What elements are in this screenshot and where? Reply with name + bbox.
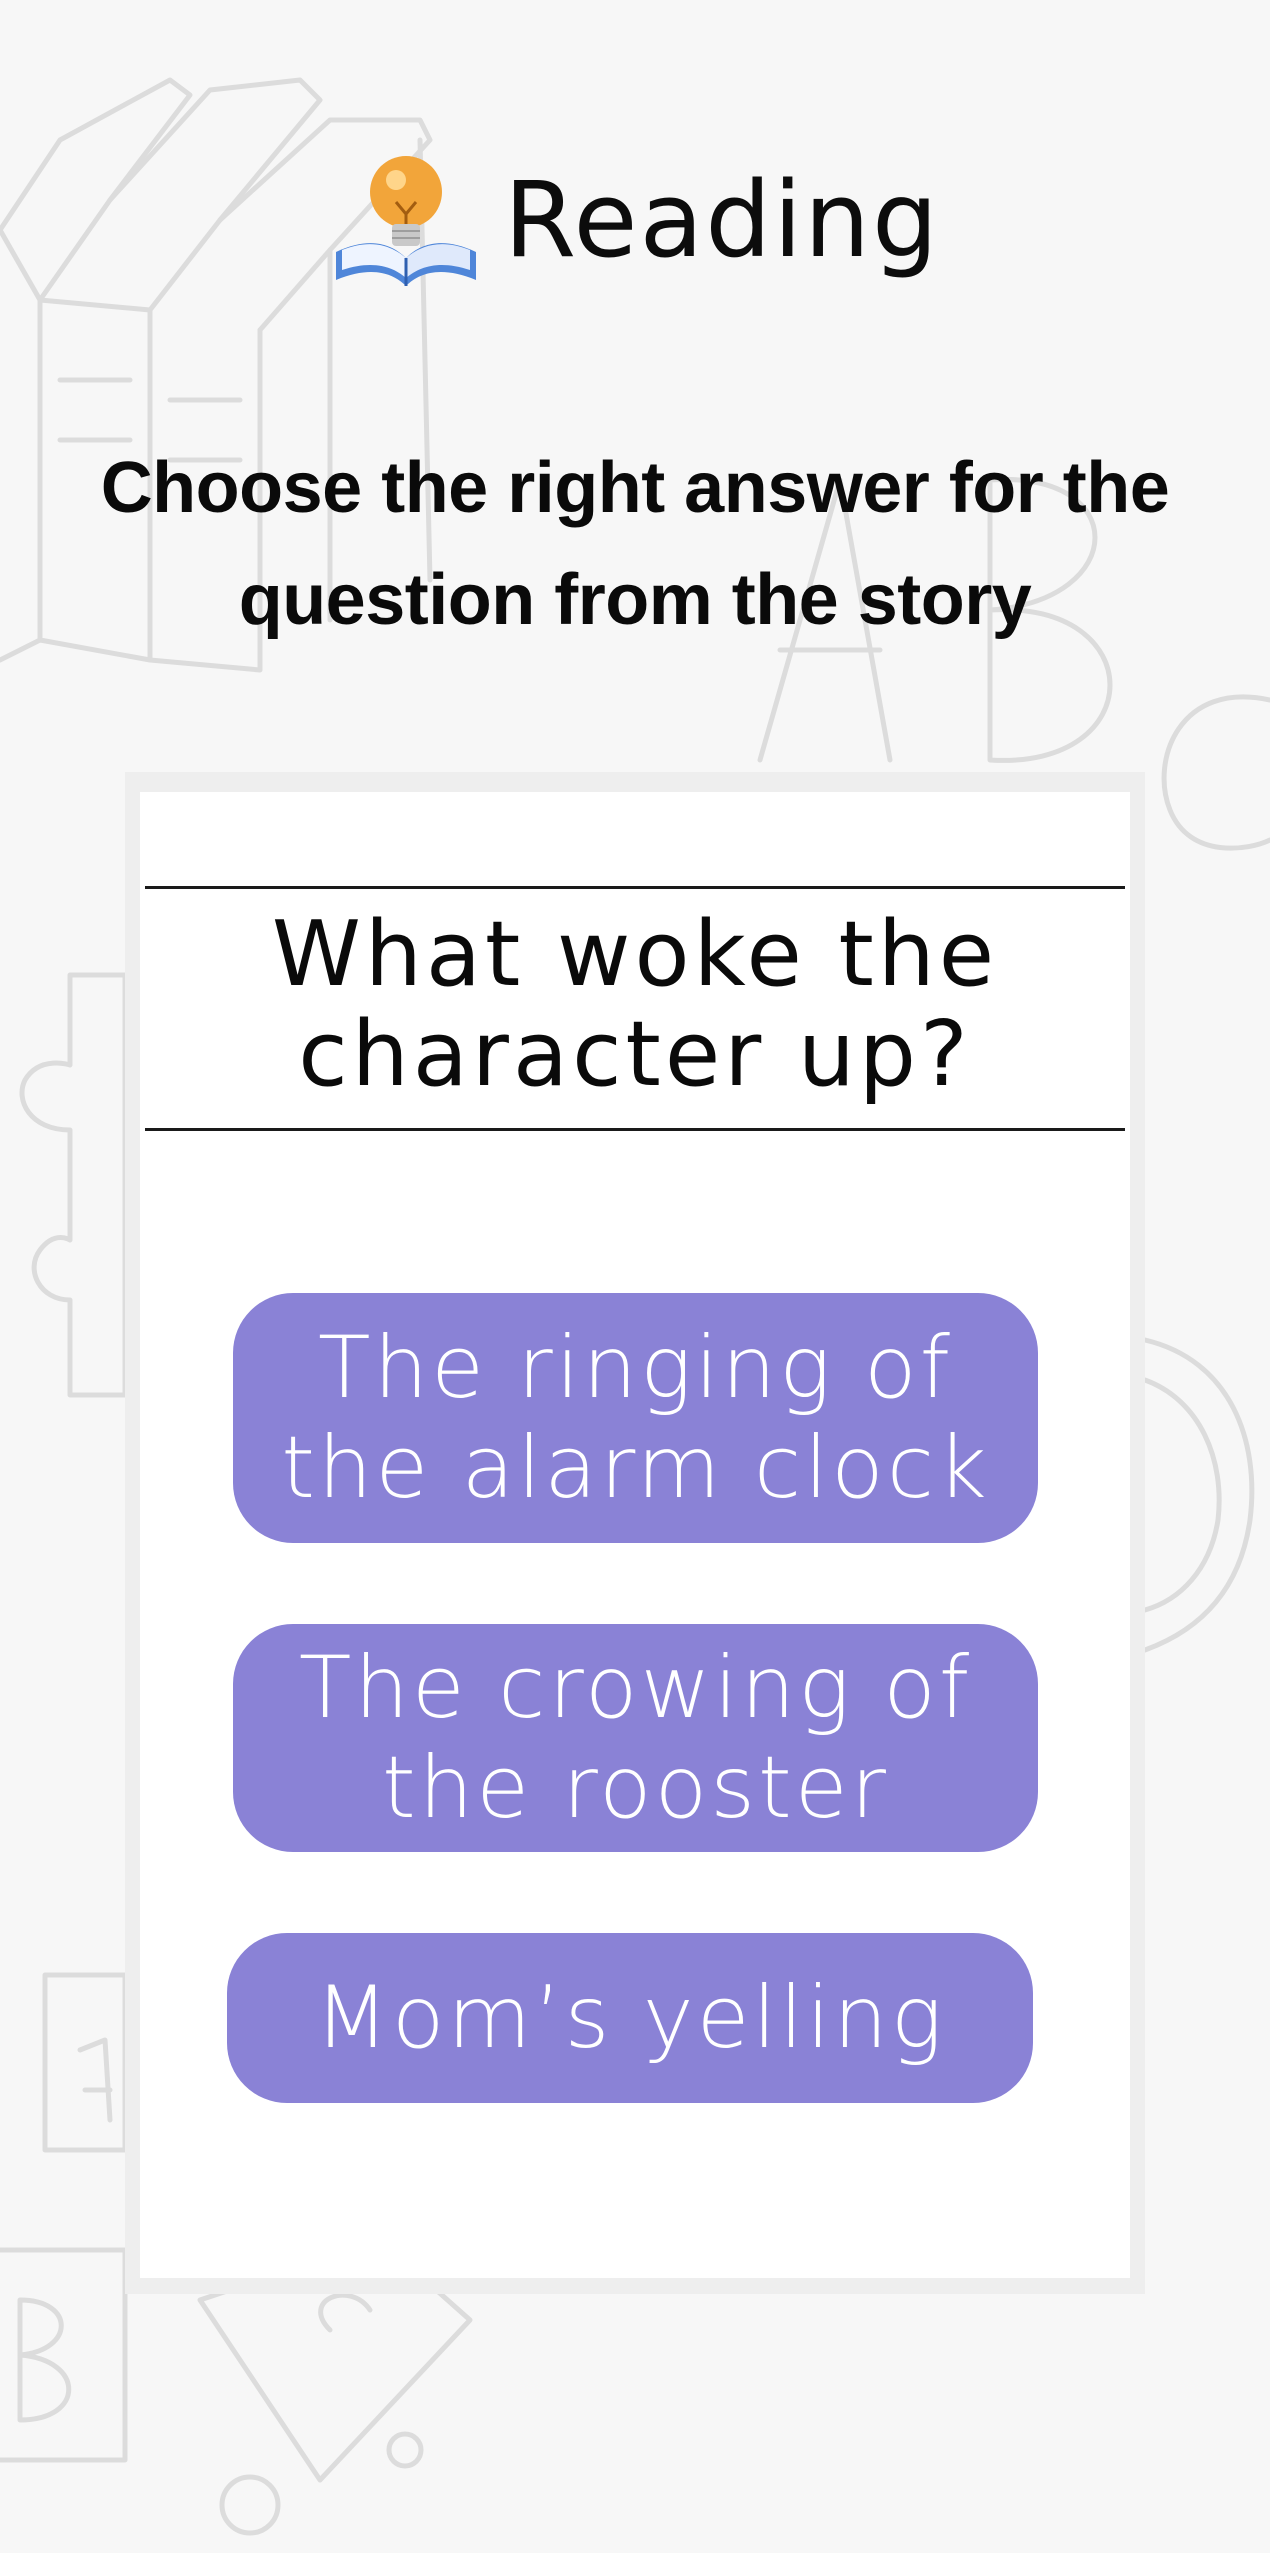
app-header: Reading: [0, 110, 1270, 330]
answer-option-button[interactable]: The ringing of the alarm clock: [233, 1293, 1038, 1543]
puzzle-doodle-icon: [19, 972, 128, 1398]
instruction-text: Choose the right answer for the question…: [100, 448, 1170, 640]
answer-option-label: The ringing of the alarm clock: [281, 1318, 990, 1518]
book-lightbulb-icon: [335, 156, 476, 286]
answer-option-button[interactable]: The crowing of the rooster: [233, 1624, 1038, 1852]
question-text: What woke the character up?: [271, 902, 999, 1107]
question-divider-top: [145, 886, 1125, 889]
ring-doodle-icon: [1142, 1337, 1255, 1653]
answer-option-button[interactable]: Mom’s yelling: [227, 1933, 1033, 2103]
page-title: Reading: [503, 159, 941, 281]
answer-option-label: Mom’s yelling: [314, 1968, 946, 2068]
answer-option-label: The crowing of the rooster: [298, 1638, 973, 1838]
question-divider-bottom: [145, 1128, 1125, 1131]
